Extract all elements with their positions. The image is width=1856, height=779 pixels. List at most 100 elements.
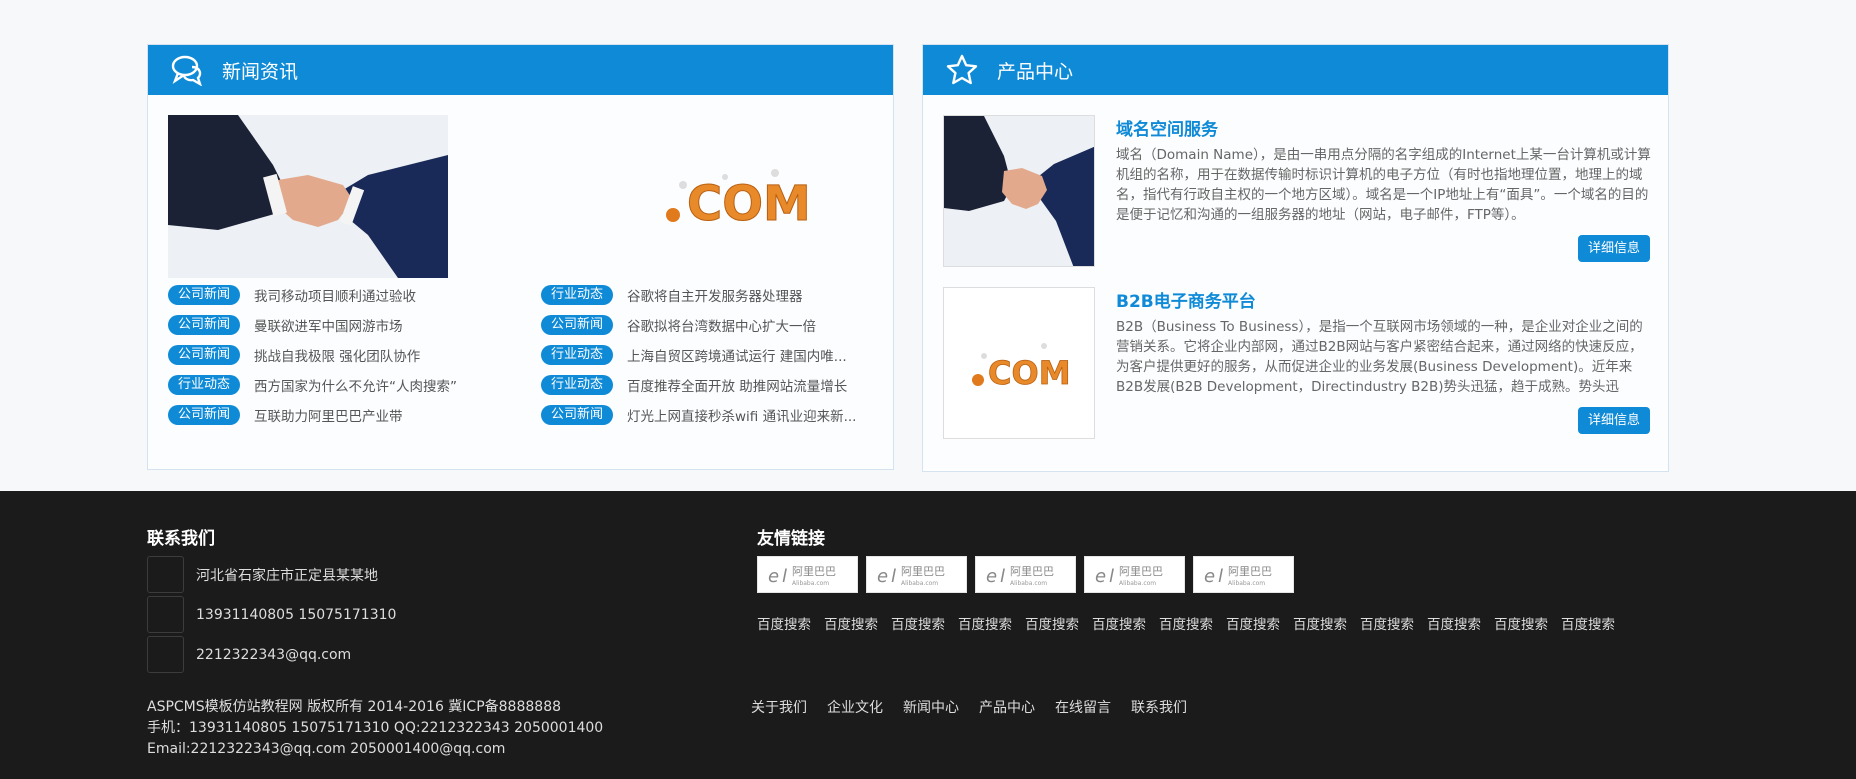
list-item[interactable]: 行业动态 西方国家为什么不允许“人肉搜索” [168,375,541,395]
location-icon [147,556,184,593]
news-link[interactable]: 百度推荐全面开放 助推网站流量增长 [627,375,847,395]
svg-text:阿里巴巴: 阿里巴巴 [901,565,945,578]
list-item[interactable]: 公司新闻 互联助力阿里巴巴产业带 [168,405,541,425]
category-tag[interactable]: 公司新闻 [168,345,241,365]
footer-nav-link[interactable]: 新闻中心 [903,697,959,717]
svg-text:阿里巴巴: 阿里巴巴 [1010,565,1054,578]
friend-link[interactable]: 百度搜索 [757,613,811,633]
friend-links: 百度搜索 百度搜索 百度搜索 百度搜索 百度搜索 百度搜索 百度搜索 百度搜索 … [757,613,1628,633]
handshake-image[interactable] [168,115,448,278]
svg-text:Alibaba.com: Alibaba.com [901,580,938,587]
phone-text: 13931140805 15075171310 [196,606,397,623]
star-icon [945,53,979,87]
product-title[interactable]: 域名空间服务 [1116,115,1218,140]
news-link[interactable]: 西方国家为什么不允许“人肉搜索” [254,375,457,395]
svg-text:e: e [1204,566,1215,587]
svg-text:e: e [1095,566,1106,587]
alibaba-logo[interactable]: e l 阿里巴巴 Alibaba.com [866,556,967,593]
category-tag[interactable]: 行业动态 [541,345,614,365]
friend-link[interactable]: 百度搜索 [958,613,1012,633]
copyright-text: ASPCMS模板仿站教程网 版权所有 2014-2016 冀ICP备888888… [147,699,562,715]
svg-text:COM: COM [988,354,1071,392]
friend-link[interactable]: 百度搜索 [1293,613,1347,633]
svg-text:l: l [1109,566,1114,587]
news-link[interactable]: 谷歌拟将台湾数据中心扩大一倍 [627,315,816,335]
list-item[interactable]: 公司新闻 曼联欲进军中国网游市场 [168,315,541,335]
category-tag[interactable]: 公司新闻 [541,315,614,335]
news-link[interactable]: 曼联欲进军中国网游市场 [254,315,403,335]
news-link[interactable]: 挑战自我极限 强化团队协作 [254,345,420,365]
list-item[interactable]: 公司新闻 谷歌拟将台湾数据中心扩大一倍 [541,315,878,335]
friend-link[interactable]: 百度搜索 [1561,613,1615,633]
category-tag[interactable]: 行业动态 [168,375,241,395]
alibaba-logo[interactable]: e l 阿里巴巴 Alibaba.com [1193,556,1294,593]
svg-text:阿里巴巴: 阿里巴巴 [792,565,836,578]
footer-nav-link[interactable]: 关于我们 [751,697,807,717]
friend-link[interactable]: 百度搜索 [824,613,878,633]
svg-text:阿里巴巴: 阿里巴巴 [1119,565,1163,578]
alibaba-logo[interactable]: e l 阿里巴巴 Alibaba.com [757,556,858,593]
list-item[interactable]: 公司新闻 我司移动项目顺利通过验收 [168,285,541,305]
list-item[interactable]: 行业动态 谷歌将自主开发服务器处理器 [541,285,878,305]
news-title: 新闻资讯 [222,60,299,83]
svg-text:Alibaba.com: Alibaba.com [792,580,829,587]
product-description: 域名（Domain Name），是由一串用点分隔的名字组成的Internet上某… [1116,147,1651,223]
products-header: 产品中心 [923,45,1668,95]
friend-link[interactable]: 百度搜索 [1025,613,1079,633]
friend-link[interactable]: 百度搜索 [1092,613,1146,633]
svg-text:e: e [986,566,997,587]
footer: 联系我们 河北省石家庄市正定县某某地 13931140805 150751713… [0,491,1856,779]
product-title[interactable]: B2B电子商务平台 [1116,287,1256,312]
svg-text:e: e [877,566,888,587]
com-domain-image[interactable]: COM [555,115,855,278]
list-item[interactable]: 行业动态 上海自贸区跨境通试运行 建国内唯... [541,345,878,365]
category-tag[interactable]: 公司新闻 [168,315,241,335]
friend-link[interactable]: 百度搜索 [891,613,945,633]
contact-address: 河北省石家庄市正定县某某地 [147,556,378,593]
footer-nav-link[interactable]: 企业文化 [827,697,883,717]
product-image[interactable] [943,115,1095,267]
alibaba-logo[interactable]: e l 阿里巴巴 Alibaba.com [1084,556,1185,593]
news-link[interactable]: 互联助力阿里巴巴产业带 [254,405,403,425]
product-image[interactable]: COM [943,287,1095,439]
list-item[interactable]: 公司新闻 挑战自我极限 强化团队协作 [168,345,541,365]
friend-link[interactable]: 百度搜索 [1226,613,1280,633]
products-panel: 产品中心 域名空间服务 域名（Domain Name），是由一串用点分隔的名字组… [922,44,1669,472]
footer-nav: 关于我们 企业文化 新闻中心 产品中心 在线留言 联系我们 [751,697,1207,717]
footer-nav-link[interactable]: 产品中心 [979,697,1035,717]
details-button[interactable]: 详细信息 [1577,407,1650,434]
footer-nav-link[interactable]: 联系我们 [1131,697,1187,717]
news-panel: 新闻资讯 COM 公司新闻 我司移动项目顺利通过验收 行业动态谷歌将自主开发服务… [147,44,894,470]
category-tag[interactable]: 公司新闻 [168,405,241,425]
list-item[interactable]: 公司新闻 灯光上网直接秒杀wifi 通讯业迎来新... [541,405,878,425]
copyright-block: ASPCMS模板仿站教程网 版权所有 2014-2016 冀ICP备888888… [147,697,603,760]
phone-line: 手机：13931140805 15075171310 QQ:2212322343… [147,720,604,736]
email-text: 2212322343@qq.com [196,646,352,663]
list-item[interactable]: 行业动态 百度推荐全面开放 助推网站流量增长 [541,375,878,395]
news-link[interactable]: 灯光上网直接秒杀wifi 通讯业迎来新... [627,405,856,425]
category-tag[interactable]: 公司新闻 [168,285,241,305]
svg-text:l: l [1000,566,1005,587]
svg-text:Alibaba.com: Alibaba.com [1228,580,1265,587]
friend-link[interactable]: 百度搜索 [1360,613,1414,633]
svg-text:l: l [1218,566,1223,587]
alibaba-logo[interactable]: e l 阿里巴巴 Alibaba.com [975,556,1076,593]
svg-text:阿里巴巴: 阿里巴巴 [1228,565,1272,578]
friend-link[interactable]: 百度搜索 [1427,613,1481,633]
news-link[interactable]: 我司移动项目顺利通过验收 [254,285,416,305]
chat-bubbles-icon [170,53,204,87]
links-heading: 友情链接 [757,529,825,549]
category-tag[interactable]: 行业动态 [541,285,614,305]
details-button[interactable]: 详细信息 [1577,235,1650,262]
news-link[interactable]: 谷歌将自主开发服务器处理器 [627,285,803,305]
news-link[interactable]: 上海自贸区跨境通试运行 建国内唯... [627,345,847,365]
friend-link[interactable]: 百度搜索 [1159,613,1213,633]
footer-nav-link[interactable]: 在线留言 [1055,697,1111,717]
category-tag[interactable]: 公司新闻 [541,405,614,425]
friend-link[interactable]: 百度搜索 [1494,613,1548,633]
category-tag[interactable]: 行业动态 [541,375,614,395]
product-item: 域名空间服务 域名（Domain Name），是由一串用点分隔的名字组成的Int… [943,115,1651,267]
mail-icon [147,636,184,673]
contact-heading: 联系我们 [147,529,215,549]
news-list: 公司新闻 我司移动项目顺利通过验收 行业动态 谷歌将自主开发服务器处理器 公司新闻曼… [168,285,878,425]
